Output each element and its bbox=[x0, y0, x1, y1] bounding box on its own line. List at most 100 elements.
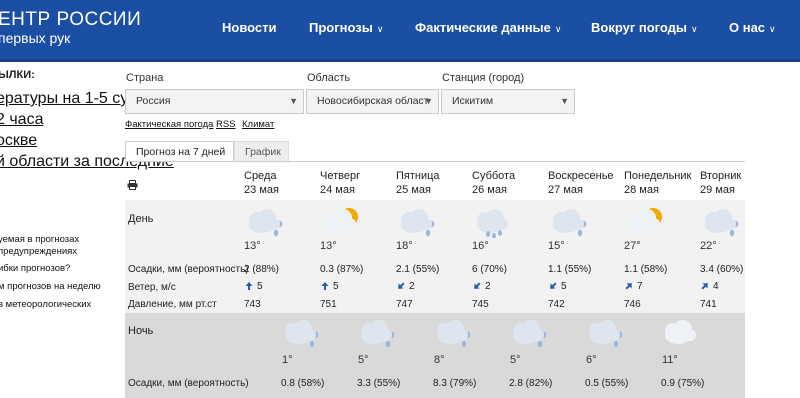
partly-cloudy-sun-icon bbox=[318, 204, 364, 238]
pressure-value: 747 bbox=[396, 299, 413, 310]
day-date: 25 мая bbox=[396, 184, 431, 196]
day-temperature: 13° bbox=[244, 240, 261, 252]
sidebar-link[interactable]: в метеорологических bbox=[0, 299, 91, 310]
tab-graph[interactable]: График bbox=[234, 141, 289, 162]
day-date: 23 мая bbox=[244, 184, 279, 196]
wind-speed: 2 bbox=[409, 281, 415, 292]
wind-speed: 4 bbox=[713, 281, 719, 292]
chevron-down-icon: ▼ bbox=[289, 96, 298, 106]
station-select[interactable]: Искитим ▼ bbox=[441, 89, 575, 114]
sidebar-link[interactable]: ибки прогнозов? bbox=[0, 263, 70, 274]
nav-around-weather[interactable]: Вокруг погоды ∨ bbox=[591, 20, 698, 35]
pressure-value: 745 bbox=[472, 299, 489, 310]
link-actual-weather[interactable]: Фактическая погода bbox=[125, 119, 213, 130]
day-temperature: 22° bbox=[700, 240, 717, 252]
nav-about[interactable]: О нас ∨ bbox=[729, 20, 776, 35]
row-label-night-precip: Осадки, мм (вероятность) bbox=[128, 378, 249, 389]
wind-speed: 5 bbox=[561, 281, 567, 292]
cloud-rain-icon bbox=[698, 204, 744, 238]
night-precipitation: 2.8 (82%) bbox=[509, 378, 553, 389]
wind-speed: 5 bbox=[257, 281, 263, 292]
wind-value: 4 bbox=[700, 281, 719, 292]
night-temperature: 6° bbox=[586, 354, 597, 366]
night-temperature: 8° bbox=[434, 354, 445, 366]
tab-divider bbox=[125, 161, 745, 162]
day-precipitation: 2.1 (55%) bbox=[396, 264, 440, 275]
wind-speed: 2 bbox=[485, 281, 491, 292]
night-temperature: 5° bbox=[358, 354, 369, 366]
day-date: 29 мая bbox=[700, 184, 735, 196]
chevron-down-icon: ▼ bbox=[424, 96, 433, 106]
day-temperature: 27° bbox=[624, 240, 641, 252]
wind-arrow-icon bbox=[245, 282, 253, 291]
wind-arrow-icon bbox=[550, 282, 557, 290]
night-precipitation: 0.5 (55%) bbox=[585, 378, 629, 389]
chevron-down-icon: ∨ bbox=[554, 24, 562, 34]
wind-speed: 7 bbox=[637, 281, 643, 292]
night-precipitation: 0.8 (58%) bbox=[281, 378, 325, 389]
chevron-down-icon: ▼ bbox=[560, 96, 569, 106]
nav-forecasts[interactable]: Прогнозы ∨ bbox=[309, 20, 383, 35]
cloud-rain-icon bbox=[582, 315, 628, 349]
pressure-value: 742 bbox=[548, 299, 565, 310]
site-title[interactable]: ЕНТР РОССИИ bbox=[0, 9, 141, 31]
site-subtitle: первых рук bbox=[0, 30, 71, 46]
partly-cloudy-moon-icon bbox=[658, 315, 704, 349]
day-precipitation: 6 (70%) bbox=[472, 264, 508, 275]
day-date: 24 мая bbox=[320, 184, 355, 196]
wind-arrow-icon bbox=[474, 282, 481, 290]
day-temperature: 16° bbox=[472, 240, 489, 252]
day-temperature: 15° bbox=[548, 240, 565, 252]
day-name: Четверг bbox=[320, 170, 361, 182]
row-label-day: День bbox=[128, 213, 154, 225]
day-temperature: 18° bbox=[396, 240, 413, 252]
wind-arrow-icon bbox=[701, 283, 708, 290]
tab-forecast-7-days[interactable]: Прогноз на 7 дней bbox=[125, 141, 234, 162]
site-header: ЕНТР РОССИИ первых рук Новости Прогнозы ∨… bbox=[0, 0, 800, 62]
day-name: Воскресенье bbox=[548, 170, 614, 182]
chevron-down-icon: ∨ bbox=[376, 24, 384, 34]
sidebar-link[interactable]: м прогнозов на неделю bbox=[0, 281, 101, 292]
day-date: 26 мая bbox=[472, 184, 507, 196]
night-precipitation: 0.9 (75%) bbox=[661, 378, 705, 389]
wind-value: 5 bbox=[320, 281, 339, 292]
day-date: 28 мая bbox=[624, 184, 659, 196]
night-precipitation: 3.3 (55%) bbox=[357, 378, 401, 389]
partly-cloudy-sun-icon bbox=[622, 204, 668, 238]
night-temperature: 1° bbox=[282, 354, 293, 366]
sidebar-title: ЫЛКИ: bbox=[0, 69, 35, 81]
wind-value: 2 bbox=[396, 281, 415, 292]
region-select[interactable]: Новосибирская област ▼ bbox=[306, 89, 439, 114]
station-label: Станция (город) bbox=[442, 72, 525, 84]
sidebar-link[interactable]: предупреждениях bbox=[0, 246, 77, 257]
day-name: Среда bbox=[244, 170, 277, 182]
country-select[interactable]: Россия ▼ bbox=[125, 89, 304, 114]
link-climate[interactable]: Климат bbox=[242, 119, 274, 130]
cloud-rain-icon bbox=[278, 315, 324, 349]
row-label-pressure: Давление, мм рт.ст bbox=[128, 299, 217, 310]
wind-arrow-icon bbox=[321, 282, 329, 291]
row-label-wind: Ветер, м/с bbox=[128, 282, 176, 293]
day-precipitation: 3.4 (60%) bbox=[700, 264, 744, 275]
nav-actual-data[interactable]: Фактические данные ∨ bbox=[415, 20, 561, 35]
cloud-heavy-rain-icon bbox=[470, 204, 516, 239]
wind-value: 5 bbox=[244, 281, 263, 292]
row-label-precip: Осадки, мм (вероятность) bbox=[128, 264, 249, 275]
day-precipitation: 1.1 (55%) bbox=[548, 264, 592, 275]
day-precipitation: 2 (88%) bbox=[244, 264, 280, 275]
day-date: 27 мая bbox=[548, 184, 583, 196]
day-name: Суббота bbox=[472, 170, 516, 182]
chevron-down-icon: ∨ bbox=[769, 24, 776, 34]
day-precipitation: 0.3 (87%) bbox=[320, 264, 364, 275]
sidebar-link[interactable]: уемая в прогнозах bbox=[0, 234, 79, 245]
night-precipitation: 8.3 (79%) bbox=[433, 378, 477, 389]
day-temperature: 13° bbox=[320, 240, 337, 252]
nav-news[interactable]: Новости bbox=[222, 20, 277, 35]
sidebar-link[interactable]: оскве bbox=[0, 132, 37, 150]
wind-value: 2 bbox=[472, 281, 491, 292]
cloud-rain-icon bbox=[242, 204, 288, 238]
print-icon[interactable] bbox=[127, 177, 138, 195]
link-rss[interactable]: RSS bbox=[216, 119, 236, 130]
sidebar-link[interactable]: 2 часа bbox=[0, 111, 43, 129]
day-name: Понедельник bbox=[624, 170, 692, 182]
